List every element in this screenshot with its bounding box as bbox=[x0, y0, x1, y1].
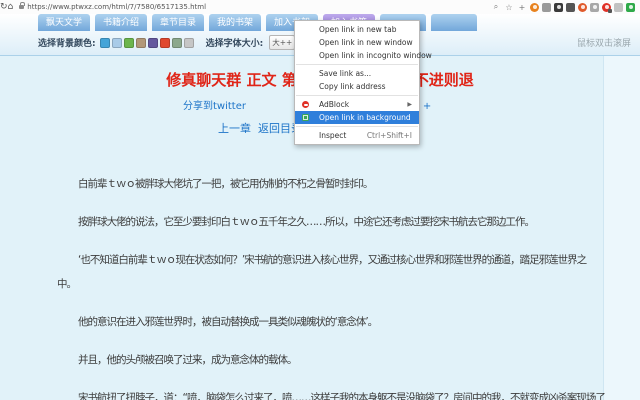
site-tab-我的书架[interactable]: 我的书架 bbox=[209, 14, 261, 31]
menu-separator-6 bbox=[296, 95, 418, 96]
chapter-link-上一章[interactable]: 上一章 bbox=[218, 120, 251, 136]
bg-color-swatch-0[interactable] bbox=[99, 37, 110, 48]
chapter-paragraphs: 白前辈ｔｗｏ被胖球大佬坑了一把，被它用伪制的不朽之骨暂时封印。按胖球大佬的说法，… bbox=[57, 172, 606, 400]
paragraph-4: 他的意识在进入邪莲世界时，被自动替换成一具类似魂魄状的‘意念体’。 bbox=[78, 316, 378, 328]
search-icon[interactable]: ⌕ bbox=[491, 2, 501, 12]
bg-color-swatch-2[interactable] bbox=[123, 37, 134, 48]
browser-address-bar: ↻⌂ https://www.ptwxz.com/html/7/7580/651… bbox=[0, 0, 640, 15]
menu-item-open-link-in-new-window[interactable]: Open link in new window bbox=[295, 36, 419, 49]
font-size-label: 选择字体大小: bbox=[205, 39, 264, 49]
bg-color-swatch-1[interactable] bbox=[111, 37, 122, 48]
extension-green-icon-inner bbox=[628, 5, 633, 9]
site-tab-章节目录[interactable]: 章节目录 bbox=[152, 14, 204, 31]
adblock-red-icon[interactable] bbox=[602, 2, 612, 13]
menu-item-label: Open link in new tab bbox=[319, 25, 397, 34]
home-icon[interactable]: ⌂ bbox=[8, 2, 14, 12]
submenu-arrow-icon: ▶ bbox=[407, 101, 412, 108]
bg-color-swatch-5[interactable] bbox=[159, 37, 170, 48]
adblock-icon bbox=[302, 101, 309, 108]
menu-separator-3 bbox=[296, 64, 418, 65]
padlock-icon bbox=[19, 2, 26, 9]
extension-grid-icon-inner bbox=[592, 5, 597, 9]
paragraph-6: 宋书航扭了扭脖子，道：“喷，脑袋怎么过来了，喷……这样子我的本身躯不是没脑袋了？… bbox=[78, 392, 606, 400]
extension-orange-teal-icon-inner bbox=[580, 5, 585, 9]
menu-separator-9 bbox=[296, 126, 418, 127]
menu-item-adblock[interactable]: AdBlock ▶ bbox=[295, 98, 419, 111]
bg-color-swatches bbox=[99, 37, 194, 48]
font-size-button-大[interactable]: 大++ bbox=[269, 35, 296, 50]
extension-green-icon[interactable] bbox=[626, 2, 635, 12]
menu-item-label: Copy link address bbox=[319, 82, 386, 91]
paragraph-2: 按胖球大佬的说法，它至少要封印白ｔｗｏ五千年之久……所以，中途它还考虑过要挖宋书… bbox=[78, 216, 535, 228]
site-tab-obscured-7[interactable] bbox=[431, 14, 477, 31]
bg-color-swatch-4[interactable] bbox=[147, 37, 158, 48]
browser-nav-icons: ↻⌂ bbox=[0, 2, 13, 12]
context-menu: Open link in new tab Open link in new win… bbox=[294, 20, 432, 145]
paragraph-5: 并且，他的头颅被召唤了过来，成为意念体的载体。 bbox=[78, 354, 298, 366]
extension-orange-teal-icon[interactable] bbox=[578, 2, 587, 12]
url-text[interactable]: https://www.ptwxz.com/html/7/7580/651713… bbox=[27, 3, 206, 11]
bg-color-label: 选择背景颜色: bbox=[38, 39, 96, 49]
paragraph-1: 白前辈ｔｗｏ被胖球大佬坑了一把，被它用伪制的不朽之骨暂时封印。 bbox=[78, 178, 374, 190]
extension-grid-icon[interactable] bbox=[590, 2, 599, 12]
bookmark-star-icon[interactable]: ☆ bbox=[504, 3, 514, 12]
adblock-red-icon-badge bbox=[608, 8, 612, 13]
menu-item-label: Open link in new window bbox=[319, 38, 413, 47]
menu-item-shortcut: Ctrl+Shift+I bbox=[366, 131, 412, 140]
menu-item-label: Open link in incognito window bbox=[319, 51, 432, 60]
menu-item-open-link-in-incognito-window[interactable]: Open link in incognito window bbox=[295, 49, 432, 62]
browser-window: ↻⌂ https://www.ptwxz.com/html/7/7580/651… bbox=[0, 0, 640, 400]
bg-color-swatch-6[interactable] bbox=[171, 37, 182, 48]
paragraph-3: ‘也不知道白前辈ｔｗｏ现在状态如何？’宋书航的意识进入核心世界，又通过核心世界和… bbox=[57, 254, 587, 290]
bg-color-swatch-3[interactable] bbox=[135, 37, 146, 48]
menu-item-inspect[interactable]: Inspect Ctrl+Shift+I bbox=[295, 129, 419, 142]
extension-orange-circle-icon[interactable] bbox=[530, 2, 539, 12]
site-tab-飘天文学[interactable]: 飘天文学 bbox=[38, 14, 90, 31]
add-icon[interactable]: + bbox=[517, 3, 527, 12]
extension-pale-icon[interactable] bbox=[614, 2, 623, 12]
menu-item-label: AdBlock bbox=[319, 100, 350, 109]
menu-item-label: Inspect bbox=[319, 131, 347, 140]
menu-item-open-link-in-new-tab[interactable]: Open link in new tab bbox=[295, 23, 419, 36]
extension-qr-icon[interactable] bbox=[554, 2, 563, 12]
reload-icon[interactable]: ↻ bbox=[0, 2, 8, 12]
browser-extension-icons: ⌕ ☆ + bbox=[491, 2, 640, 13]
share-link-分享到twitter[interactable]: 分享到twitter bbox=[183, 97, 246, 112]
menu-item-open-link-in-background[interactable]: Open link in background bbox=[295, 111, 419, 124]
site-tab-书籍介绍[interactable]: 书籍介绍 bbox=[95, 14, 147, 31]
double-click-scroll-hint: 鼠标双击滚屏 bbox=[576, 39, 631, 49]
extension-orange-circle-icon-inner bbox=[532, 5, 537, 9]
extension-dark-icon[interactable] bbox=[566, 2, 575, 12]
extension-qr-icon-inner bbox=[556, 5, 561, 9]
menu-item-save-link-as[interactable]: Save link as... bbox=[295, 67, 419, 80]
bg-color-swatch-7[interactable] bbox=[183, 37, 194, 48]
menu-item-copy-link-address[interactable]: Copy link address bbox=[295, 80, 419, 93]
menu-item-label: Open link in background bbox=[319, 113, 411, 122]
extension-gray-icon[interactable] bbox=[542, 2, 551, 12]
bgtab-icon bbox=[302, 114, 309, 121]
chapter-title-left: 修真聊天群 正文 第 bbox=[166, 71, 297, 89]
menu-item-label: Save link as... bbox=[319, 69, 372, 78]
chapter-title-right: 不进则退 bbox=[413, 71, 474, 89]
